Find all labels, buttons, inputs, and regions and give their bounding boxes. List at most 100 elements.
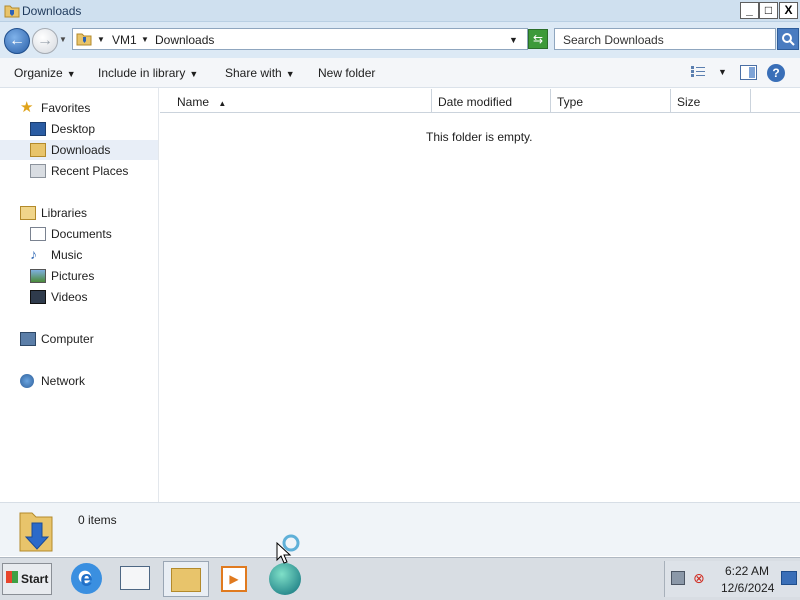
clock-time[interactable]: 6:22 AM [725, 564, 769, 578]
forward-arrow-icon: → [37, 32, 53, 49]
nav-item-label: Videos [51, 290, 88, 304]
videos-icon [30, 290, 46, 304]
taskbar-server-manager[interactable] [116, 561, 154, 597]
nav-favorites[interactable]: ★ Favorites [0, 98, 158, 118]
breadcrumb-folder[interactable]: Downloads [155, 33, 214, 47]
close-button[interactable]: X [779, 2, 798, 19]
documents-icon [30, 227, 46, 241]
organize-menu[interactable]: Organize ▼ [14, 66, 76, 80]
taskbar-app-orb[interactable] [266, 561, 304, 597]
nav-item-label: Downloads [51, 143, 111, 157]
downloads-folder-icon [30, 143, 46, 157]
sort-ascending-icon: ▲ [218, 99, 227, 108]
details-pane: 0 items [0, 502, 800, 556]
nav-computer[interactable]: Computer [0, 329, 158, 349]
nav-item-recent-places[interactable]: Recent Places [0, 161, 158, 181]
search-icon [782, 33, 795, 46]
share-with-label: Share with [225, 66, 282, 80]
column-header-label: Name [177, 95, 210, 109]
column-header-date-modified[interactable]: Date modified [432, 89, 551, 113]
item-count: 0 items [78, 513, 117, 527]
window-titlebar: Downloads _ □ X [0, 0, 800, 22]
preview-pane-button[interactable] [740, 65, 757, 80]
new-folder-button[interactable]: New folder [318, 66, 375, 80]
folder-icon [4, 5, 20, 18]
media-player-icon: ▶ [221, 566, 247, 592]
help-button[interactable]: ? [767, 64, 785, 82]
system-tray: ⊗ 6:22 AM 12/6/2024 [664, 561, 800, 597]
breadcrumb-separator-icon[interactable]: ▼ [141, 35, 149, 44]
pictures-icon [30, 269, 46, 283]
libraries-icon [20, 206, 36, 220]
computer-icon [20, 332, 36, 346]
maximize-button[interactable]: □ [759, 2, 778, 19]
command-toolbar: Organize ▼ Include in library ▼ Share with… [0, 58, 800, 88]
preview-pane-icon [749, 67, 755, 78]
show-desktop-icon[interactable] [781, 571, 797, 585]
start-label: Start [21, 572, 49, 586]
refresh-button[interactable]: ⇆ [528, 29, 548, 49]
nav-item-label: Pictures [51, 269, 95, 283]
share-with-menu[interactable]: Share with ▼ [225, 66, 295, 80]
taskbar-internet-explorer[interactable]: e [68, 561, 106, 597]
app-orb-icon [269, 563, 301, 595]
address-row: ← → ▼ ▼ VM1 ▼ Downloads ▼ ⇆ Search Downl… [0, 22, 800, 58]
explorer-folder-icon [171, 568, 201, 592]
refresh-icon: ⇆ [532, 32, 544, 46]
breadcrumb-separator-icon[interactable]: ▼ [97, 35, 105, 44]
back-button[interactable]: ← [4, 28, 30, 54]
windows-logo-icon [6, 571, 18, 583]
file-list[interactable]: Name ▲ Date modified Type Size This fold… [160, 88, 800, 502]
nav-libraries[interactable]: Libraries [0, 203, 158, 223]
music-icon: ♪ [30, 246, 37, 262]
address-history-dropdown-icon[interactable]: ▼ [509, 35, 518, 45]
nav-network-label: Network [41, 374, 86, 388]
search-button[interactable] [777, 28, 799, 50]
address-bar[interactable]: ▼ VM1 ▼ Downloads ▼ [72, 28, 528, 50]
star-icon: ★ [20, 99, 34, 116]
start-button[interactable]: Start [2, 563, 52, 595]
mouse-cursor-icon [276, 534, 300, 564]
empty-folder-message: This folder is empty. [426, 130, 533, 144]
include-in-library-menu[interactable]: Include in library ▼ [98, 66, 198, 80]
navigation-pane: ★ Favorites Desktop Downloads Recent Pla… [0, 88, 159, 502]
forward-button[interactable]: → [32, 28, 58, 54]
clock-date[interactable]: 12/6/2024 [721, 581, 774, 595]
organize-label: Organize [14, 66, 63, 80]
nav-computer-label: Computer [41, 332, 94, 346]
internet-explorer-icon: e [71, 563, 102, 594]
nav-item-documents[interactable]: Documents [0, 224, 158, 244]
nav-item-videos[interactable]: Videos [0, 287, 158, 307]
taskbar-media-player[interactable]: ▶ [216, 561, 254, 597]
nav-item-music[interactable]: ♪ Music [0, 245, 158, 265]
nav-network[interactable]: Network [0, 371, 158, 391]
downloads-folder-icon [19, 512, 53, 552]
taskbar-windows-explorer[interactable] [163, 561, 209, 597]
column-header-size[interactable]: Size [671, 89, 751, 113]
help-icon: ? [772, 66, 780, 80]
nav-item-label: Documents [51, 227, 112, 241]
breadcrumb-computer[interactable]: VM1 [112, 33, 137, 47]
nav-item-label: Desktop [51, 122, 96, 136]
recent-pages-dropdown-icon[interactable]: ▼ [59, 35, 67, 44]
change-view-button[interactable] [690, 65, 706, 79]
chevron-down-icon: ▼ [189, 69, 199, 79]
search-input[interactable]: Search Downloads [554, 28, 776, 50]
chevron-down-icon: ▼ [285, 69, 295, 79]
nav-item-downloads[interactable]: Downloads [0, 140, 158, 160]
nav-item-label: Music [51, 248, 83, 262]
minimize-button[interactable]: _ [740, 2, 759, 19]
column-header-type[interactable]: Type [551, 89, 671, 113]
back-arrow-icon: ← [9, 32, 25, 49]
server-manager-icon [120, 566, 150, 590]
column-header-extra[interactable] [751, 89, 800, 113]
include-in-library-label: Include in library [98, 66, 186, 80]
nav-item-label: Recent Places [51, 164, 129, 178]
column-header-name[interactable]: Name ▲ [160, 89, 432, 113]
nav-item-desktop[interactable]: Desktop [0, 119, 158, 139]
volume-muted-icon[interactable]: ⊗ [693, 570, 705, 587]
view-list-icon [691, 66, 705, 77]
network-status-icon[interactable] [671, 571, 685, 585]
nav-item-pictures[interactable]: Pictures [0, 266, 158, 286]
view-options-dropdown-icon[interactable]: ▼ [718, 67, 727, 77]
